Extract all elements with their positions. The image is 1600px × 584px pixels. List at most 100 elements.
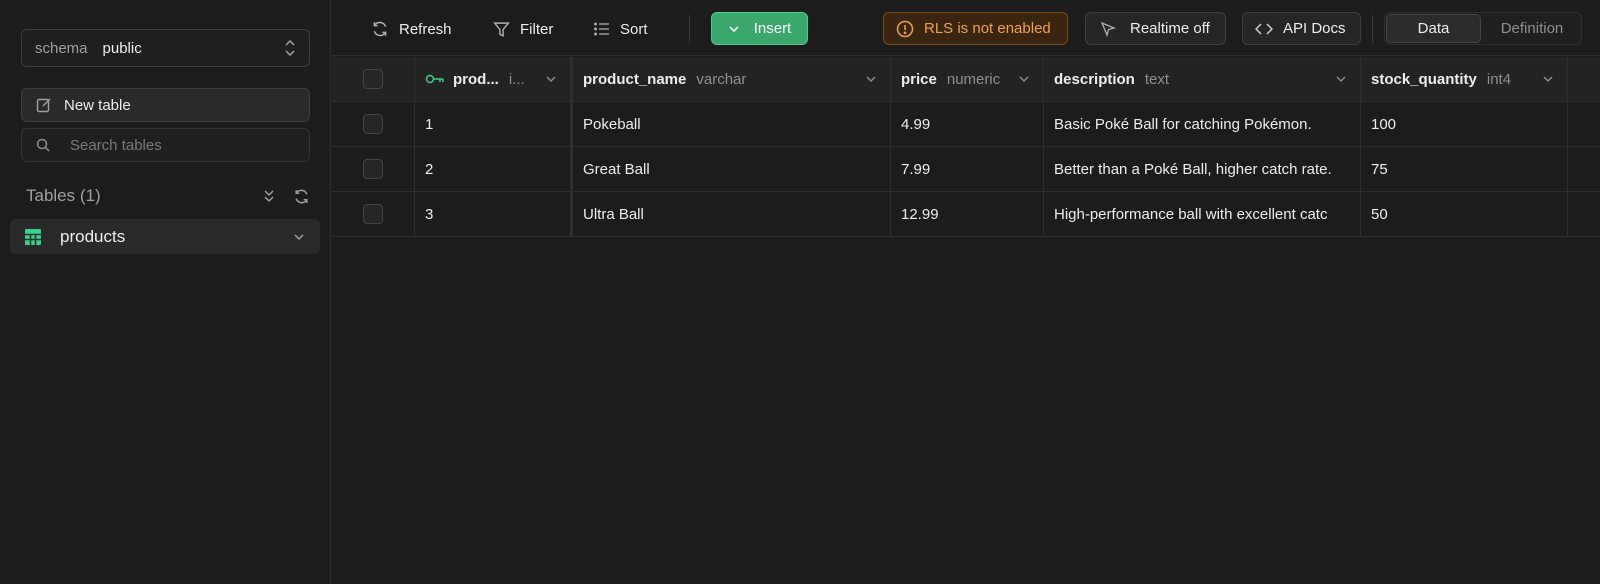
table-cell[interactable]: Pokeball <box>573 102 891 146</box>
insert-button[interactable]: Insert <box>711 12 808 45</box>
search-tables-field[interactable] <box>21 128 310 162</box>
rls-warning-badge[interactable]: RLS is not enabled <box>883 12 1068 45</box>
table-row[interactable]: 1 Pokeball 4.99 Basic Poké Ball for catc… <box>332 102 1600 147</box>
table-cell[interactable]: 12.99 <box>891 192 1044 236</box>
column-type: text <box>1144 70 1170 88</box>
key-icon <box>425 74 444 84</box>
column-name: stock_quantity <box>1371 70 1477 88</box>
column-name: description <box>1054 70 1135 88</box>
column-header[interactable]: description text <box>1044 57 1361 101</box>
filter-icon <box>493 21 510 37</box>
column-header[interactable]: prod... i... <box>415 57 573 101</box>
chevron-down-icon[interactable] <box>1334 72 1348 86</box>
chevron-down-icon[interactable] <box>292 230 306 244</box>
tables-section-header: Tables (1) <box>26 183 310 209</box>
column-type: varchar <box>696 70 747 88</box>
filter-label: Filter <box>520 20 554 38</box>
data-grid: prod... i... product_name varchar price … <box>332 57 1600 237</box>
chevron-down-icon <box>729 25 739 32</box>
refresh-label: Refresh <box>399 20 452 38</box>
api-docs-button[interactable]: API Docs <box>1242 12 1361 45</box>
collapse-icon[interactable] <box>261 188 277 204</box>
edit-icon <box>36 98 51 113</box>
refresh-button[interactable]: Refresh <box>371 12 452 46</box>
table-cell-filler <box>1568 102 1598 146</box>
schema-value: public <box>102 39 142 57</box>
table-cell[interactable]: Ultra Ball <box>573 192 891 236</box>
filter-button[interactable]: Filter <box>493 12 553 46</box>
column-type: int4 <box>1486 70 1512 88</box>
chevron-up-down-icon <box>285 39 295 57</box>
search-tables-input[interactable] <box>70 136 290 154</box>
search-icon <box>36 138 50 152</box>
row-select-cell <box>332 147 415 191</box>
row-select-cell <box>332 102 415 146</box>
realtime-label: Realtime off <box>1130 20 1210 37</box>
main-panel: Refresh Filter Sort Insert RLS is not en… <box>332 0 1600 584</box>
table-icon <box>25 228 41 245</box>
row-select-cell <box>332 192 415 236</box>
table-cell-filler <box>1568 147 1598 191</box>
column-name: price <box>901 70 937 88</box>
schema-label: schema <box>35 39 88 57</box>
row-checkbox[interactable] <box>363 204 383 224</box>
toolbar: Refresh Filter Sort Insert RLS is not en… <box>332 0 1600 56</box>
refresh-icon <box>373 21 387 37</box>
new-table-button[interactable]: New table <box>21 88 310 122</box>
table-cell[interactable]: High-performance ball with excellent cat… <box>1044 192 1361 236</box>
grid-header-row: prod... i... product_name varchar price … <box>332 57 1600 102</box>
toolbar-divider <box>1372 15 1373 43</box>
view-toggle: Data Definition <box>1384 12 1582 45</box>
column-type: numeric <box>946 70 1001 88</box>
table-cell[interactable]: 7.99 <box>891 147 1044 191</box>
select-all-checkbox[interactable] <box>363 69 383 89</box>
table-cell[interactable]: Great Ball <box>573 147 891 191</box>
api-docs-label: API Docs <box>1283 20 1346 37</box>
table-cell[interactable]: 3 <box>415 192 573 236</box>
table-cell[interactable]: 2 <box>415 147 573 191</box>
cursor-icon <box>1100 21 1116 37</box>
toolbar-divider <box>689 15 690 43</box>
sort-label: Sort <box>620 20 648 38</box>
sidebar: schema public New table Tables (1) produ… <box>0 0 331 584</box>
tab-data[interactable]: Data <box>1386 14 1481 43</box>
chevron-down-icon[interactable] <box>864 72 878 86</box>
table-row[interactable]: 2 Great Ball 7.99 Better than a Poké Bal… <box>332 147 1600 192</box>
table-cell[interactable]: 75 <box>1361 147 1568 191</box>
table-cell[interactable]: 50 <box>1361 192 1568 236</box>
code-icon <box>1255 22 1273 35</box>
select-all-cell <box>332 57 415 101</box>
chevron-down-icon[interactable] <box>544 72 558 86</box>
insert-label: Insert <box>753 20 792 37</box>
column-header[interactable]: product_name varchar <box>573 57 891 101</box>
sort-button[interactable]: Sort <box>594 12 648 46</box>
sidebar-item-label: products <box>60 226 126 246</box>
column-type: i... <box>508 70 525 88</box>
tables-heading: Tables (1) <box>26 186 101 205</box>
column-header-filler <box>1568 57 1598 101</box>
table-cell[interactable]: 4.99 <box>891 102 1044 146</box>
row-checkbox[interactable] <box>363 159 383 179</box>
tab-definition[interactable]: Definition <box>1483 14 1581 43</box>
realtime-button[interactable]: Realtime off <box>1085 12 1226 45</box>
rls-label: RLS is not enabled <box>924 20 1051 37</box>
refresh-icon[interactable] <box>293 188 310 205</box>
warning-icon <box>896 20 914 37</box>
column-name: prod... <box>453 70 499 88</box>
table-cell[interactable]: 100 <box>1361 102 1568 146</box>
row-checkbox[interactable] <box>363 114 383 134</box>
sort-icon <box>594 22 609 36</box>
column-header[interactable]: price numeric <box>891 57 1044 101</box>
table-cell[interactable]: Basic Poké Ball for catching Pokémon. <box>1044 102 1361 146</box>
column-name: product_name <box>583 70 687 88</box>
table-row[interactable]: 3 Ultra Ball 12.99 High-performance ball… <box>332 192 1600 237</box>
sidebar-item-products[interactable]: products <box>10 219 320 254</box>
schema-selector[interactable]: schema public <box>21 29 310 67</box>
chevron-down-icon[interactable] <box>1017 72 1031 86</box>
chevron-down-icon[interactable] <box>1541 72 1555 86</box>
table-cell[interactable]: 1 <box>415 102 573 146</box>
column-header[interactable]: stock_quantity int4 <box>1361 57 1568 101</box>
table-cell-filler <box>1568 192 1598 236</box>
new-table-label: New table <box>64 96 131 114</box>
table-cell[interactable]: Better than a Poké Ball, higher catch ra… <box>1044 147 1361 191</box>
